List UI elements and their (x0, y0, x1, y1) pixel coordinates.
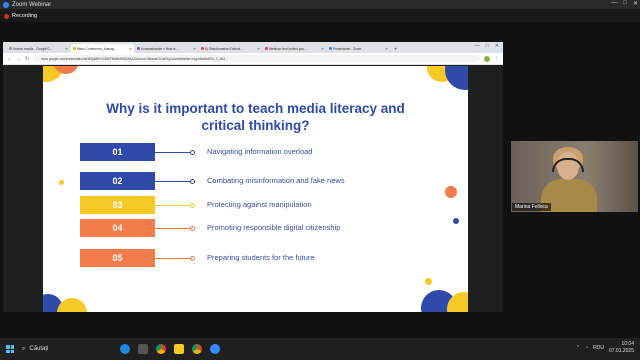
new-tab-button[interactable]: + (391, 47, 401, 53)
connector-dot (190, 179, 195, 184)
row-number-box: 03 (80, 196, 155, 214)
connector-dot (190, 226, 195, 231)
address-bar-row: ← → ↻ docs.google.com/presentation/d/1Ef… (3, 53, 503, 65)
close-button[interactable]: ✕ (633, 0, 638, 7)
browser-minimize-button[interactable]: — (475, 43, 480, 49)
shared-browser-window: Search results - Google D... ✕ Menc Confe… (3, 42, 503, 312)
wifi-icon[interactable]: ◔ (585, 345, 588, 351)
decor-dot (453, 218, 459, 224)
close-tab-icon[interactable]: ✕ (193, 47, 196, 51)
browser-tab[interactable]: Presentarier - Zoom ✕ (327, 44, 390, 53)
browser-maximize-button[interactable]: □ (486, 43, 489, 49)
reload-icon[interactable]: ↻ (25, 56, 29, 62)
recording-indicator[interactable]: Recording (0, 10, 37, 22)
row-number-box: 02 (80, 172, 155, 190)
search-label: Căutați (29, 346, 49, 352)
row-text: Promoting responsible digital citizenshi… (207, 223, 341, 232)
file-explorer-icon[interactable] (174, 344, 184, 354)
row-text: Navigating information overload (207, 147, 313, 156)
close-tab-icon[interactable]: ✕ (129, 47, 132, 51)
zoom-logo-icon (3, 1, 9, 8)
decor-dot (59, 180, 64, 185)
browser-tab-active[interactable]: Menc Conference_Manag... ✕ (71, 44, 134, 53)
clock-time: 10:04 (621, 341, 634, 347)
decor-blob (445, 66, 468, 90)
connector-dot (190, 203, 195, 208)
close-tab-icon[interactable]: ✕ (257, 47, 260, 51)
record-dot-icon (4, 13, 9, 19)
slides-favicon-icon (72, 47, 76, 50)
clock-date: 07.01.2025 (608, 348, 634, 354)
search-icon: ⌕ (22, 345, 26, 352)
windows-start-icon[interactable] (6, 345, 14, 353)
site-favicon-icon (200, 47, 204, 50)
row-number-box: 01 (80, 143, 155, 161)
browser-window-controls: — □ ✕ (475, 43, 499, 49)
browser-menu-icon[interactable]: ⋮ (494, 56, 499, 62)
browser-tab[interactable]: Acesarsbanker » How is ... ✕ (135, 44, 198, 53)
row-text: Preparing students for the future (207, 253, 315, 262)
connector-line (155, 258, 191, 259)
google-favicon-icon (8, 47, 12, 50)
zoom-title-bar: Zoom Webinar — □ ✕ (0, 0, 640, 9)
connector-line (155, 181, 191, 182)
chrome-profile-icon[interactable] (192, 344, 202, 354)
language-indicator[interactable]: RDU (593, 345, 604, 351)
close-tab-icon[interactable]: ✕ (65, 47, 68, 51)
url-field[interactable]: docs.google.com/presentation/d/1EfjuMtPv… (33, 55, 480, 62)
connector-line (155, 152, 191, 153)
window-controls: — □ ✕ (611, 0, 638, 7)
row-number-box: 05 (80, 249, 155, 267)
connector-line (155, 205, 191, 206)
connector-line (155, 228, 191, 229)
row-text: Protecting against manipulation (207, 200, 312, 209)
browser-close-button[interactable]: ✕ (495, 43, 499, 49)
zoom-favicon-icon (328, 47, 332, 50)
forward-icon[interactable]: → (16, 56, 21, 62)
window-title: Zoom Webinar (12, 1, 52, 8)
connector-dot (190, 256, 195, 261)
browser-tab[interactable]: K) Disinformation Detecti... ✕ (199, 44, 262, 53)
row-number-box: 04 (80, 219, 155, 237)
browser-tab[interactable]: Webinar host invited you... ✕ (263, 44, 326, 53)
clock[interactable]: 10:04 07.01.2025 (609, 341, 634, 355)
chrome-icon[interactable] (156, 344, 166, 354)
edge-browser-icon[interactable] (120, 344, 130, 354)
decor-blob (57, 298, 87, 312)
profile-avatar[interactable] (484, 55, 490, 62)
connector-dot (190, 150, 195, 155)
back-icon[interactable]: ← (7, 56, 12, 62)
mail-favicon-icon (264, 47, 268, 50)
system-tray: ⌃ ◔ RDU 10:04 07.01.2025 (576, 341, 634, 355)
browser-tab-strip: Search results - Google D... ✕ Menc Confe… (3, 42, 503, 53)
taskbar-search[interactable]: ⌕ Căutați (22, 346, 112, 353)
close-tab-icon[interactable]: ✕ (321, 47, 324, 51)
maximize-button[interactable]: □ (623, 0, 627, 7)
slide-title: Why is it important to teach media liter… (106, 101, 405, 133)
participant-name: Marina Felloca (512, 203, 551, 211)
recording-label: Recording (12, 13, 38, 19)
row-text: Combating misinformation and fake news (207, 176, 345, 185)
close-tab-icon[interactable]: ✕ (385, 47, 388, 51)
decor-dot (445, 186, 457, 198)
slide: Why is it important to teach media liter… (43, 66, 468, 312)
participant-video[interactable]: Marina Felloca (511, 141, 638, 212)
decor-dot (425, 278, 432, 285)
windows-taskbar: ⌕ Căutați ⌃ ◔ RDU 10:04 07.01.2025 (0, 338, 640, 360)
tray-chevron-icon[interactable]: ⌃ (576, 345, 580, 351)
browser-tab[interactable]: Search results - Google D... ✕ (7, 44, 70, 53)
site-favicon-icon (136, 47, 140, 50)
minimize-button[interactable]: — (611, 0, 617, 7)
zoom-app-icon[interactable] (210, 344, 220, 354)
task-view-icon[interactable] (138, 344, 148, 354)
presentation-viewport: Why is it important to teach media liter… (3, 65, 503, 312)
